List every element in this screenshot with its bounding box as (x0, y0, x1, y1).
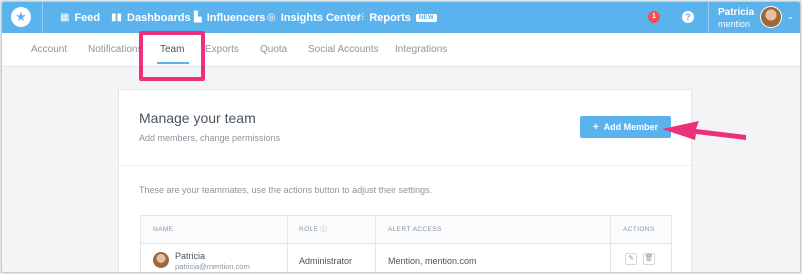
arrow-shape (662, 121, 746, 140)
info-icon[interactable]: ⓘ (321, 226, 328, 233)
trash-icon[interactable]: 🗑 (643, 253, 655, 265)
user-organization[interactable]: mention (718, 19, 750, 29)
member-name: Patricia (175, 251, 206, 261)
add-member-button[interactable]: + Add Member (580, 116, 671, 138)
nav-divider (708, 2, 709, 33)
column-header-alert-access: ALERT ACCESS (388, 226, 442, 233)
role-header-label: ROLE (299, 226, 319, 233)
tab-exports[interactable]: Exports (205, 33, 239, 67)
mention-logo-icon[interactable]: ★ (11, 7, 31, 27)
nav-feed-label: Feed (74, 11, 101, 24)
nav-divider (42, 2, 43, 33)
page-subtitle: Add members, change permissions (139, 133, 281, 143)
table-header: NAME ROLE ⓘ ALERT ACCESS ACTIONS (141, 216, 671, 244)
page-title: Manage your team (139, 110, 256, 126)
top-nav-bar: ★ ▦ Feed ▮▮ Dashboards ▙ Influencers ◎ I… (2, 2, 800, 33)
member-alert-access: Mention, mention.com (388, 256, 477, 266)
user-avatar[interactable] (760, 6, 782, 28)
team-hint-text: These are your teammates, use the action… (139, 185, 433, 195)
grid-icon: ⁝⁝ (358, 12, 365, 23)
column-divider (287, 216, 288, 272)
nav-insights-label: Insights Center (280, 11, 361, 24)
column-header-name: NAME (153, 226, 174, 233)
edit-icon[interactable]: ✎ (625, 253, 637, 265)
user-name[interactable]: Patricia (718, 7, 754, 18)
people-icon: ▙ (194, 12, 202, 23)
column-divider (375, 216, 376, 272)
team-tab-highlight-annotation (139, 31, 205, 81)
manage-team-card: Manage your team Add members, change per… (118, 89, 693, 272)
plus-icon: + (592, 121, 599, 133)
avatar (153, 252, 169, 268)
tab-integrations[interactable]: Integrations (395, 33, 447, 67)
nav-influencers[interactable]: ▙ Influencers (194, 2, 265, 33)
column-divider (610, 216, 611, 272)
team-table: NAME ROLE ⓘ ALERT ACCESS ACTIONS Patrici… (140, 215, 672, 272)
nav-reports-label: Reports (369, 11, 411, 24)
tab-quota[interactable]: Quota (260, 33, 287, 67)
notification-badge[interactable]: 1 (648, 11, 660, 23)
app-window: ★ ▦ Feed ▮▮ Dashboards ▙ Influencers ◎ I… (1, 1, 801, 273)
nav-feed[interactable]: ▦ Feed (60, 2, 100, 33)
help-icon[interactable]: ? (682, 11, 694, 23)
tab-social-accounts[interactable]: Social Accounts (308, 33, 379, 67)
new-badge: NEW (415, 13, 437, 22)
nav-dashboards-label: Dashboards (127, 11, 191, 24)
column-header-actions: ACTIONS (623, 226, 655, 233)
insights-icon: ◎ (267, 12, 276, 23)
tab-account[interactable]: Account (31, 33, 67, 67)
tab-notifications[interactable]: Notifications (88, 33, 142, 67)
settings-tabs: Account Notifications Team Exports Quota… (2, 33, 800, 67)
nav-reports[interactable]: ⁝⁝ Reports NEW (358, 2, 437, 33)
chevron-down-icon[interactable]: ⌄ (787, 12, 794, 21)
nav-influencers-label: Influencers (206, 11, 266, 24)
nav-insights-center[interactable]: ◎ Insights Center (267, 2, 361, 33)
column-header-role: ROLE ⓘ (299, 216, 327, 244)
divider (119, 165, 693, 166)
feed-icon: ▦ (60, 12, 70, 23)
nav-dashboards[interactable]: ▮▮ Dashboards (111, 2, 191, 33)
member-email: patricia@mention.com (175, 262, 250, 271)
bar-chart-icon: ▮▮ (111, 12, 123, 23)
add-member-label: Add Member (603, 122, 659, 132)
member-role: Administrator (299, 256, 353, 266)
pointer-arrow-annotation (662, 121, 746, 140)
